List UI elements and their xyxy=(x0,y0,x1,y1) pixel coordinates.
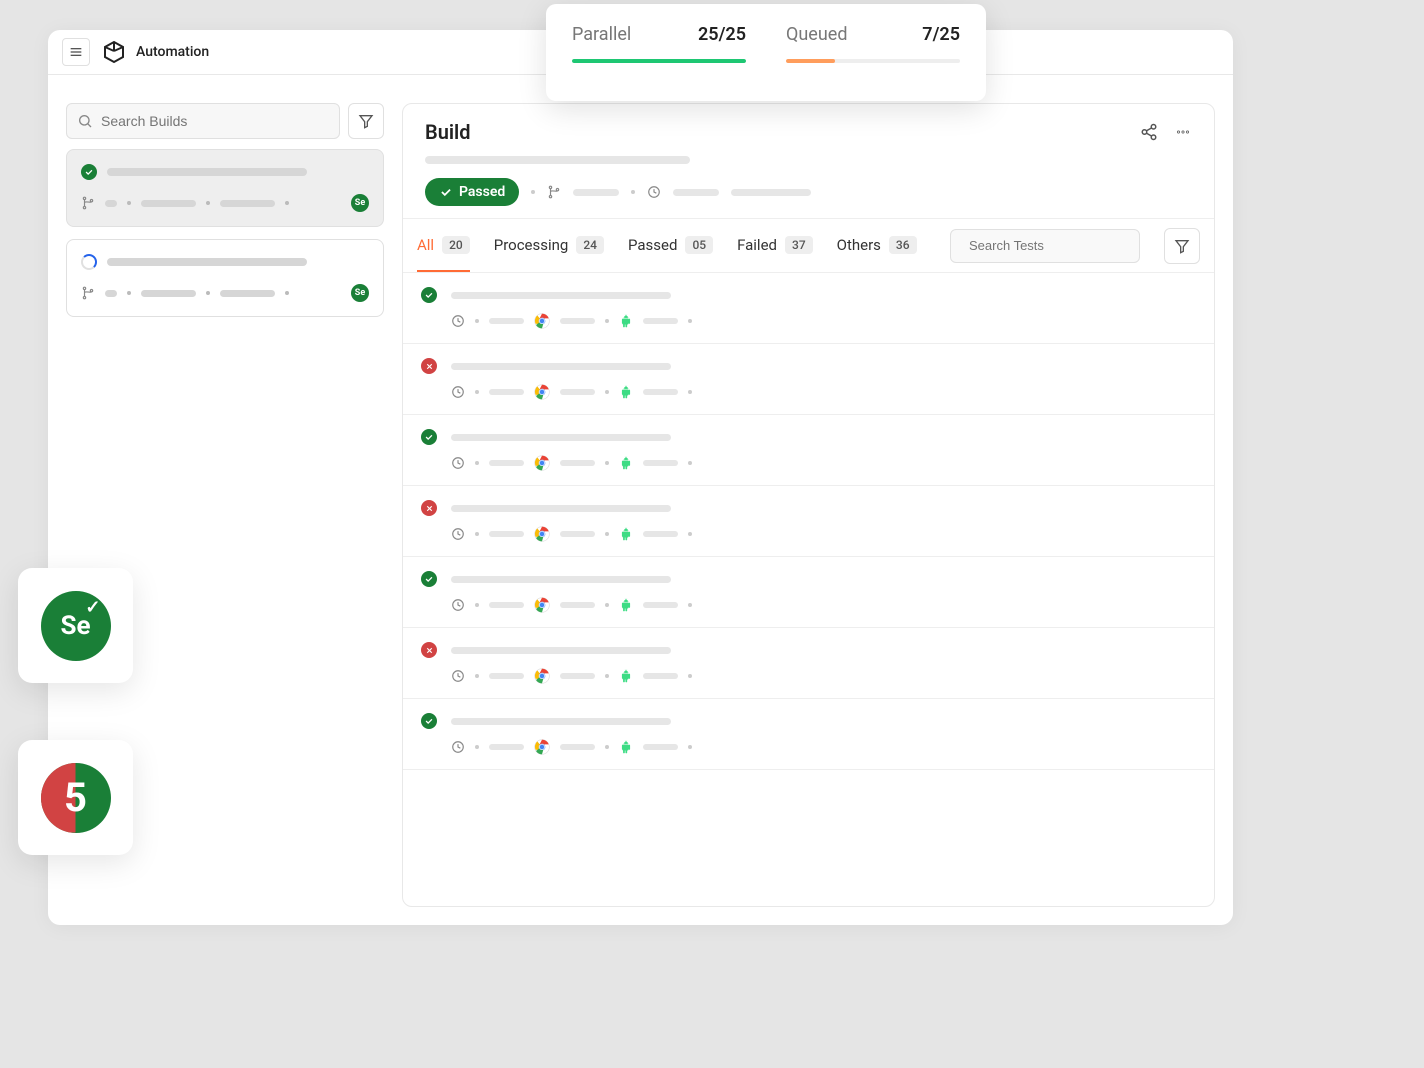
selenium-badge-icon: Se xyxy=(351,284,369,302)
test-row[interactable] xyxy=(403,557,1214,628)
tabs-row: All20 Processing24 Passed05 Failed37 Others3… xyxy=(403,219,1214,273)
branch-icon xyxy=(547,185,561,199)
filter-icon xyxy=(358,113,374,129)
android-icon xyxy=(619,385,633,399)
tab-count: 37 xyxy=(785,236,813,254)
logo-icon xyxy=(102,40,126,64)
status-passed-icon xyxy=(421,571,437,587)
tab-count: 24 xyxy=(576,236,604,254)
sidebar-search-row xyxy=(66,103,384,139)
sidebar-filter-button[interactable] xyxy=(348,103,384,139)
status-passed-icon xyxy=(81,164,97,180)
tab-passed[interactable]: Passed05 xyxy=(628,220,713,272)
junit-logo-icon: 5 xyxy=(41,763,111,833)
build-status-label: Passed xyxy=(459,184,505,200)
search-tests-box[interactable] xyxy=(950,229,1140,263)
clock-icon xyxy=(451,669,465,683)
clock-icon xyxy=(451,527,465,541)
status-failed-icon xyxy=(421,642,437,658)
chrome-icon xyxy=(534,668,550,684)
clock-icon xyxy=(451,385,465,399)
test-row[interactable] xyxy=(403,415,1214,486)
header-actions xyxy=(1140,123,1192,141)
selenium-logo-icon: Se xyxy=(41,591,111,661)
check-icon xyxy=(439,185,453,199)
app-logo: Automation xyxy=(102,40,209,64)
tab-processing[interactable]: Processing24 xyxy=(494,220,604,272)
chrome-icon xyxy=(534,739,550,755)
android-icon xyxy=(619,740,633,754)
tab-count: 20 xyxy=(442,236,470,254)
status-passed-icon xyxy=(421,713,437,729)
parallel-label: Parallel xyxy=(572,24,631,45)
android-icon xyxy=(619,598,633,612)
test-list xyxy=(403,273,1214,770)
selenium-badge-icon: Se xyxy=(351,194,369,212)
status-passed-icon xyxy=(421,429,437,445)
android-icon xyxy=(619,456,633,470)
search-icon xyxy=(77,113,93,129)
clock-icon xyxy=(451,456,465,470)
tab-count: 05 xyxy=(685,236,713,254)
share-icon[interactable] xyxy=(1140,123,1158,141)
test-row[interactable] xyxy=(403,628,1214,699)
status-passed-icon xyxy=(421,287,437,303)
clock-icon xyxy=(451,314,465,328)
search-builds-input[interactable] xyxy=(101,113,329,129)
test-row[interactable] xyxy=(403,699,1214,770)
clock-icon xyxy=(451,740,465,754)
queued-label: Queued xyxy=(786,24,847,45)
build-meta-row: Passed xyxy=(425,178,1192,206)
app-title: Automation xyxy=(136,44,209,60)
status-parallel: Parallel 25/25 xyxy=(572,24,746,85)
test-row[interactable] xyxy=(403,344,1214,415)
queued-value: 7/25 xyxy=(922,24,960,45)
test-row[interactable] xyxy=(403,486,1214,557)
tab-others[interactable]: Others36 xyxy=(837,220,917,272)
menu-icon xyxy=(68,44,84,60)
android-icon xyxy=(619,314,633,328)
tab-count: 36 xyxy=(889,236,917,254)
status-failed-icon xyxy=(421,500,437,516)
branch-icon xyxy=(81,286,95,300)
tests-filter-button[interactable] xyxy=(1164,228,1200,264)
android-icon xyxy=(619,669,633,683)
parallel-value: 25/25 xyxy=(698,24,746,45)
menu-button[interactable] xyxy=(62,38,90,66)
test-row[interactable] xyxy=(403,273,1214,344)
tabs: All20 Processing24 Passed05 Failed37 Others3… xyxy=(417,220,926,272)
clock-icon xyxy=(647,185,661,199)
chrome-icon xyxy=(534,313,550,329)
status-card: Parallel 25/25 Queued 7/25 xyxy=(546,4,986,101)
parallel-bar xyxy=(572,59,746,63)
more-icon[interactable] xyxy=(1174,123,1192,141)
chrome-icon xyxy=(534,597,550,613)
junit-card: 5 xyxy=(18,740,133,855)
build-status-pill: Passed xyxy=(425,178,519,206)
search-tests-input[interactable] xyxy=(969,238,1145,253)
tab-all[interactable]: All20 xyxy=(417,220,470,272)
main-window: Automation xyxy=(48,30,1233,925)
build-card[interactable]: Se xyxy=(66,149,384,227)
filter-icon xyxy=(1174,238,1190,254)
build-card[interactable]: Se xyxy=(66,239,384,317)
clock-icon xyxy=(451,598,465,612)
build-header: Build Passed xyxy=(403,104,1214,219)
queued-bar xyxy=(786,59,835,63)
content: Se Se Build xyxy=(48,75,1233,925)
build-subtitle-placeholder xyxy=(425,156,690,164)
branch-icon xyxy=(81,196,95,210)
status-failed-icon xyxy=(421,358,437,374)
main-panel: Build Passed xyxy=(402,103,1215,907)
android-icon xyxy=(619,527,633,541)
status-loading-icon xyxy=(81,254,97,270)
selenium-card: Se xyxy=(18,568,133,683)
chrome-icon xyxy=(534,384,550,400)
build-title: Build xyxy=(425,120,471,144)
chrome-icon xyxy=(534,455,550,471)
chrome-icon xyxy=(534,526,550,542)
search-builds-box[interactable] xyxy=(66,103,340,139)
status-queued: Queued 7/25 xyxy=(786,24,960,85)
tab-failed[interactable]: Failed37 xyxy=(737,220,813,272)
